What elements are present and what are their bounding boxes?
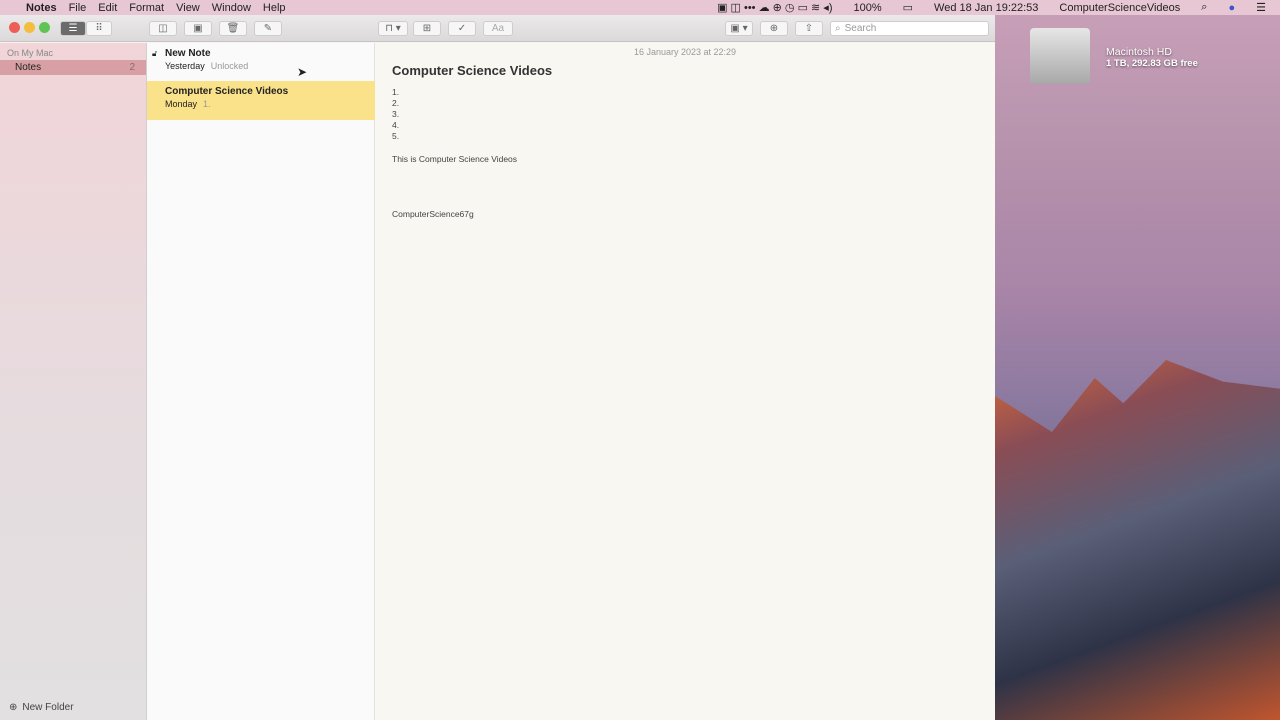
search-icon: ⌕ xyxy=(835,23,841,34)
numbered-list: 1. 2. 3. 4. 5. xyxy=(392,87,400,141)
gallery-view-button[interactable]: ⠿ xyxy=(86,21,112,36)
user-name[interactable]: ComputerScienceVideos xyxy=(1059,2,1180,14)
section-on-my-mac: On My Mac xyxy=(7,48,54,58)
siri-icon[interactable]: ● xyxy=(1228,2,1235,14)
plus-icon: ⊕ xyxy=(9,702,18,713)
checklist-button[interactable]: ✓ xyxy=(448,21,476,36)
status-icons[interactable]: ▣ ◫ ••• ☁ ⊕ ◷ ▭ ≋ ◂) xyxy=(717,1,832,14)
note-item-computer-science-videos[interactable]: Computer Science Videos Monday 1. xyxy=(147,81,375,120)
toolbar: ☰ ⠿ ◫ ▣ 🗑 ✎ ⊓ ▾ ⊞ ✓ Aa ▣ ▾ ⊕ ⇧ ⌕ Search xyxy=(0,15,995,42)
menu-app-notes[interactable]: Notes xyxy=(26,2,57,14)
table-button[interactable]: ⊞ xyxy=(413,21,441,36)
note-footer-text: ComputerScience67g xyxy=(392,209,474,219)
toggle-sidebar-button[interactable]: ◫ xyxy=(149,21,177,36)
disk-name[interactable]: Macintosh HD xyxy=(1106,46,1198,58)
zoom-button[interactable] xyxy=(39,22,50,33)
media-button[interactable]: ▣ ▾ xyxy=(725,21,753,36)
attachments-button[interactable]: ▣ xyxy=(184,21,212,36)
notes-list: 🔓︎ New Note Yesterday Unlocked Computer S… xyxy=(146,43,375,720)
sidebar: On My Mac Notes 2 ⊕ New Folder xyxy=(0,43,146,720)
hard-disk-icon[interactable] xyxy=(1030,28,1090,84)
note-body: This is Computer Science Videos xyxy=(392,154,518,164)
note-timestamp: 16 January 2023 at 22:29 xyxy=(633,47,737,57)
menu-view[interactable]: View xyxy=(176,2,200,14)
note-title: Computer Science Videos xyxy=(392,63,553,78)
mouse-cursor-icon: ➤ xyxy=(297,65,308,79)
note-item-new-note[interactable]: 🔓︎ New Note Yesterday Unlocked xyxy=(147,43,375,81)
new-folder-button[interactable]: ⊕ New Folder xyxy=(9,702,74,713)
clock[interactable]: Wed 18 Jan 19:22:53 xyxy=(934,2,1038,14)
search-input[interactable]: ⌕ Search xyxy=(830,21,989,36)
menu-format[interactable]: Format xyxy=(129,2,164,14)
menu-edit[interactable]: Edit xyxy=(98,2,117,14)
share-button[interactable]: ⇧ xyxy=(795,21,823,36)
close-button[interactable] xyxy=(9,22,20,33)
battery-percent[interactable]: 100% xyxy=(853,2,881,14)
menu-window[interactable]: Window xyxy=(212,2,251,14)
menu-bar: Notes File Edit Format View Window Help … xyxy=(0,0,1280,15)
sidebar-item-notes[interactable]: Notes 2 xyxy=(0,60,146,75)
menu-help[interactable]: Help xyxy=(263,2,286,14)
compose-button[interactable]: ✎ xyxy=(254,21,282,36)
desktop-wallpaper xyxy=(995,360,1280,720)
spotlight-icon[interactable]: ⌕ xyxy=(1201,1,1207,14)
format-button[interactable]: Aa xyxy=(483,21,513,36)
minimize-button[interactable] xyxy=(24,22,35,33)
menu-file[interactable]: File xyxy=(69,2,87,14)
battery-icon[interactable]: ▭ xyxy=(903,1,913,14)
lock-open-icon: 🔓︎ xyxy=(152,49,158,58)
list-view-button[interactable]: ☰ xyxy=(60,21,86,36)
notes-count: 2 xyxy=(129,62,135,73)
notification-center-icon[interactable]: ☰ xyxy=(1256,1,1266,14)
disk-info: 1 TB, 292.83 GB free xyxy=(1106,58,1198,69)
delete-button[interactable]: 🗑 xyxy=(219,21,247,36)
note-editor[interactable]: 16 January 2023 at 22:29 Computer Scienc… xyxy=(375,43,995,720)
notes-window: ☰ ⠿ ◫ ▣ 🗑 ✎ ⊓ ▾ ⊞ ✓ Aa ▣ ▾ ⊕ ⇧ ⌕ Search O… xyxy=(0,15,995,720)
add-people-button[interactable]: ⊕ xyxy=(760,21,788,36)
lock-button[interactable]: ⊓ ▾ xyxy=(378,21,408,36)
